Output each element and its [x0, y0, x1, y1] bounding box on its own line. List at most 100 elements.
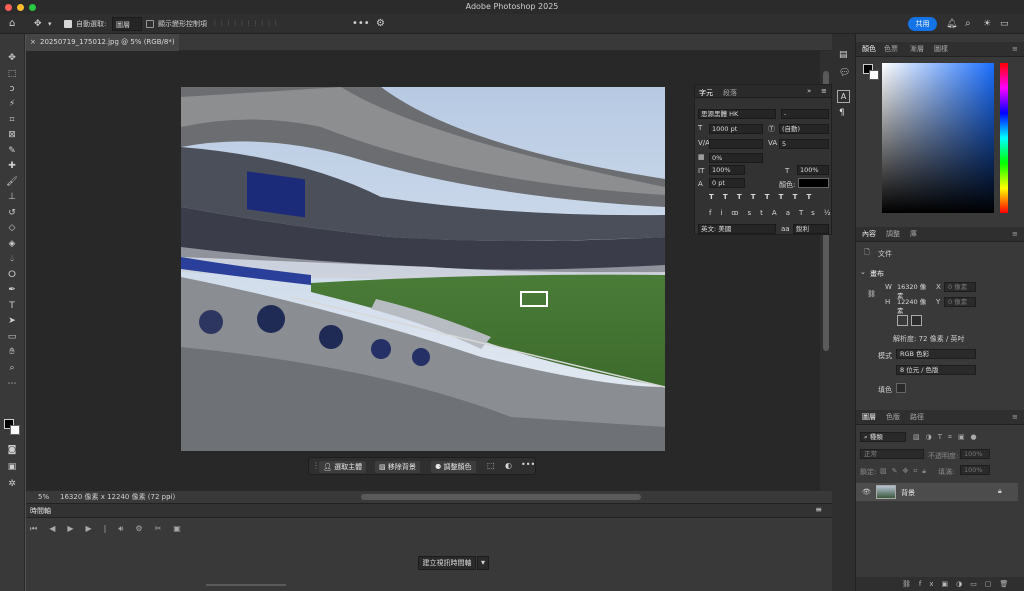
tsume-field[interactable]: 0%	[709, 153, 763, 163]
tracking-field[interactable]: 5	[779, 139, 829, 149]
zoom-level[interactable]: 5%	[38, 491, 49, 503]
show-transform-checkbox[interactable]	[146, 20, 154, 28]
tab-properties[interactable]: 內容	[862, 227, 876, 242]
contrast-icon[interactable]: ◐	[505, 461, 512, 470]
fill-field[interactable]: 100%	[960, 465, 990, 475]
home-icon[interactable]: ⌂	[9, 17, 15, 31]
document-image[interactable]	[181, 87, 665, 451]
horizontal-scrollbar[interactable]	[361, 494, 641, 500]
blend-mode-dropdown[interactable]: 正常	[860, 449, 924, 459]
eyedropper-tool-icon[interactable]: ✎	[5, 145, 19, 158]
color-field[interactable]	[882, 63, 994, 213]
paragraph-panel-icon[interactable]: ¶	[839, 108, 845, 118]
quick-mask-icon[interactable]: ◙	[5, 444, 19, 457]
panel-menu-icon[interactable]: ≡	[1012, 42, 1018, 57]
crop-tool-icon[interactable]: ⌗	[5, 114, 19, 127]
lightbulb-icon[interactable]: ☀	[983, 17, 991, 31]
language-dropdown[interactable]: 英文: 美國	[698, 224, 776, 234]
layer-row[interactable]: 👁︎ 背景 🔒︎	[856, 483, 1018, 501]
layer-filter-dropdown[interactable]: ⌕ 種類	[860, 432, 906, 442]
history-icon[interactable]: ▤	[839, 50, 848, 60]
portrait-icon[interactable]	[897, 315, 908, 326]
playback-controls[interactable]: ⏮◀▶▶|🔊︎⚙✂▣	[30, 524, 193, 534]
panel-menu-icon[interactable]: ≡	[1012, 410, 1018, 425]
blur-tool-icon[interactable]: 💧︎	[5, 253, 19, 266]
more-tools-icon[interactable]: ⋯	[5, 378, 19, 391]
hue-slider[interactable]	[1000, 63, 1008, 213]
panel-menu-icon[interactable]: ≡	[1012, 227, 1018, 242]
type-tool-icon[interactable]: T	[5, 300, 19, 313]
text-style-buttons[interactable]: TTTTTTTT	[709, 193, 820, 201]
tab-layers[interactable]: 圖層	[862, 410, 876, 425]
gradient-tool-icon[interactable]: ◈	[5, 238, 19, 251]
document-tab[interactable]: × 20250719_175012.jpg @ 5% (RGB/8*)	[26, 34, 179, 51]
link-icon[interactable]: ⛓︎	[867, 290, 876, 298]
kerning-field[interactable]	[709, 139, 763, 149]
more-options-icon[interactable]: •••	[352, 17, 370, 31]
font-style-dropdown[interactable]: -	[781, 109, 829, 119]
rectangle-tool-icon[interactable]: ▭	[5, 331, 19, 344]
vertical-scale-field[interactable]: 100%	[709, 165, 745, 175]
leading-field[interactable]: (自動)	[779, 124, 829, 134]
tab-swatches[interactable]: 色票	[884, 42, 898, 57]
close-window-button[interactable]	[5, 4, 12, 11]
tab-paragraph[interactable]: 段落	[723, 88, 737, 98]
document-info[interactable]: 16320 像素 x 12240 像素 (72 ppi)	[60, 491, 175, 503]
create-video-timeline-button[interactable]: 建立視訊時間軸	[418, 556, 476, 570]
bit-depth-dropdown[interactable]: 8 位元 / 色版	[896, 365, 976, 375]
search-icon[interactable]: ⌕	[965, 17, 971, 31]
comments-icon[interactable]: 💬︎	[839, 68, 850, 78]
tab-color[interactable]: 顏色	[862, 42, 876, 57]
move-tool-icon[interactable]: ✥	[34, 17, 42, 31]
y-field[interactable]: 0 像素	[944, 297, 976, 307]
close-icon[interactable]: ×	[30, 34, 36, 51]
share-button[interactable]: 共用	[908, 17, 937, 31]
move-tool-icon[interactable]: ✥	[5, 52, 19, 65]
tab-character[interactable]: 字元	[699, 88, 713, 98]
tab-paths[interactable]: 路徑	[910, 410, 924, 425]
adjust-color-button[interactable]: ⚈ 調整顏色	[431, 461, 476, 473]
chevron-down-icon[interactable]: ▾	[48, 17, 52, 31]
clone-stamp-tool-icon[interactable]: ⊥	[5, 191, 19, 204]
baseline-shift-field[interactable]: 0 pt	[709, 178, 745, 188]
remove-background-button[interactable]: ▨ 移除背景	[375, 461, 420, 473]
workspace-icon[interactable]: ▭	[1000, 17, 1009, 31]
marquee-tool-icon[interactable]: ⬚	[5, 68, 19, 81]
more-options-icon[interactable]: •••	[521, 460, 535, 469]
landscape-icon[interactable]	[911, 315, 922, 326]
zoom-window-button[interactable]	[29, 4, 36, 11]
x-field[interactable]: 0 像素	[944, 282, 976, 292]
antialias-dropdown[interactable]: 銳利	[793, 224, 829, 234]
pen-tool-icon[interactable]: ✒	[5, 284, 19, 297]
font-size-field[interactable]: 1000 pt	[709, 124, 763, 134]
eraser-tool-icon[interactable]: ◇	[5, 222, 19, 235]
layer-name[interactable]: 背景	[901, 488, 915, 498]
character-panel-icon[interactable]: A	[837, 90, 850, 103]
history-brush-tool-icon[interactable]: ↺	[5, 207, 19, 220]
font-family-dropdown[interactable]: 思源黑體 HK	[698, 109, 776, 119]
auto-select-checkbox[interactable]	[64, 20, 72, 28]
frame-tool-icon[interactable]: ⊠	[5, 129, 19, 142]
lock-icons[interactable]: ▨✎✥⌗🔒︎	[880, 467, 931, 476]
layer-filter-icons[interactable]: ▨◑T⌗▣●	[913, 433, 983, 442]
bell-icon[interactable]: 🔔︎	[946, 17, 957, 31]
generative-icon[interactable]: ✲	[5, 478, 19, 491]
auto-select-target-dropdown[interactable]: 圖層	[112, 17, 142, 31]
timeline-zoom-slider[interactable]	[206, 584, 286, 586]
zoom-tool-icon[interactable]: ⌕	[5, 362, 19, 375]
eye-icon[interactable]: 👁︎	[862, 488, 871, 496]
panel-menu-icon[interactable]: ≡	[815, 505, 822, 514]
text-color-swatch[interactable]	[798, 178, 829, 188]
hand-tool-icon[interactable]: ✋︎	[5, 346, 19, 359]
object-select-tool-icon[interactable]: ⚡	[5, 98, 19, 111]
width-field[interactable]: 16320 像素	[893, 282, 929, 300]
collapse-icon[interactable]: »	[807, 87, 811, 95]
screen-mode-icon[interactable]: ▣	[5, 461, 19, 474]
transform-icon[interactable]: ⬚	[487, 461, 495, 470]
height-field[interactable]: 12240 像素	[893, 297, 929, 315]
chevron-right-icon[interactable]: ›	[168, 491, 171, 503]
horizontal-scale-field[interactable]: 100%	[797, 165, 829, 175]
brush-tool-icon[interactable]: 🖌︎	[5, 176, 19, 189]
chevron-down-icon[interactable]: ⌄	[860, 268, 866, 276]
gear-icon[interactable]: ⚙	[376, 17, 385, 31]
